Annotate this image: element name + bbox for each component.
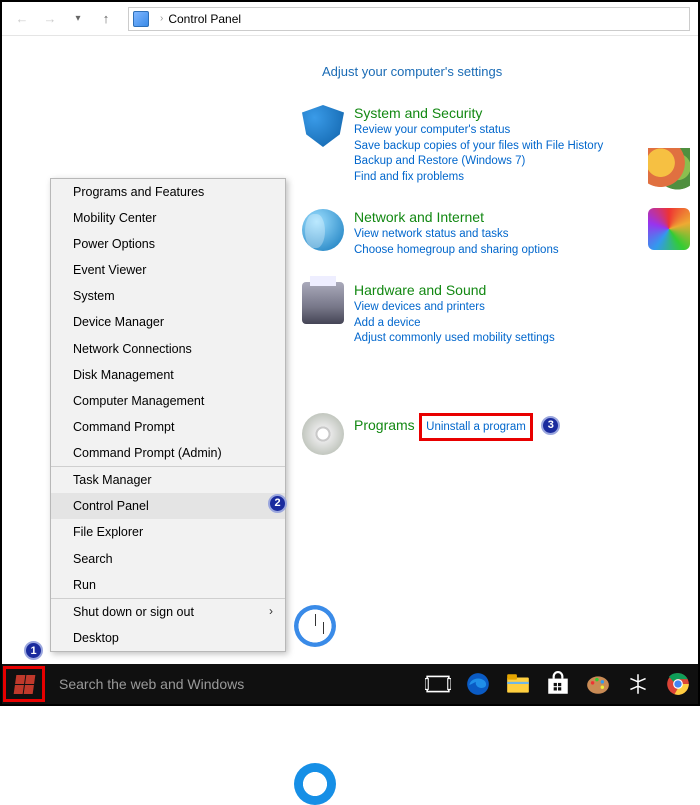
link-network-status[interactable]: View network status and tasks <box>354 227 688 243</box>
start-button[interactable] <box>3 666 45 702</box>
category-title[interactable]: Programs <box>354 417 415 433</box>
link-homegroup[interactable]: Choose homegroup and sharing options <box>354 243 688 259</box>
menu-device-manager[interactable]: Device Manager <box>51 309 285 335</box>
search-placeholder: Search the web and Windows <box>59 676 244 692</box>
taskbar: Search the web and Windows <box>2 664 698 704</box>
annotation-3: 3 <box>541 416 560 435</box>
shield-icon <box>302 105 344 147</box>
address-bar[interactable]: › Control Panel <box>128 7 690 31</box>
annotation-2: 2 <box>268 494 287 513</box>
forward-button[interactable]: → <box>38 7 62 31</box>
category-title[interactable]: Hardware and Sound <box>354 282 486 298</box>
callout-uninstall: Uninstall a program <box>419 413 533 442</box>
taskbar-search[interactable]: Search the web and Windows <box>45 664 405 704</box>
user-accounts-icon[interactable] <box>648 148 690 190</box>
globe-icon <box>302 209 344 251</box>
address-location: Control Panel <box>168 12 241 26</box>
menu-programs-features[interactable]: Programs and Features <box>51 179 285 205</box>
clock-region-icon[interactable] <box>294 605 336 647</box>
menu-event-viewer[interactable]: Event Viewer <box>51 257 285 283</box>
menu-disk-management[interactable]: Disk Management <box>51 362 285 388</box>
menu-file-explorer[interactable]: File Explorer <box>51 519 285 545</box>
menu-power-options[interactable]: Power Options <box>51 231 285 257</box>
menu-task-manager[interactable]: Task Manager <box>51 467 285 493</box>
printer-icon <box>302 282 344 324</box>
app-button[interactable] <box>618 664 658 704</box>
chevron-right-icon: › <box>269 603 273 620</box>
paint-button[interactable] <box>578 664 618 704</box>
task-view-button[interactable] <box>418 664 458 704</box>
recent-dropdown[interactable]: ▾ <box>66 7 90 31</box>
category-system-security: System and Security Review your computer… <box>302 105 688 185</box>
store-button[interactable] <box>538 664 578 704</box>
menu-run[interactable]: Run <box>51 572 285 598</box>
menu-control-panel-label: Control Panel <box>73 499 149 513</box>
winx-context-menu: Programs and Features Mobility Center Po… <box>50 178 286 652</box>
link-mobility-settings[interactable]: Adjust commonly used mobility settings <box>354 331 688 347</box>
link-review-status[interactable]: Review your computer's status <box>354 123 688 139</box>
category-network-internet: Network and Internet View network status… <box>302 209 688 258</box>
category-title[interactable]: Network and Internet <box>354 209 484 225</box>
edge-browser-button[interactable] <box>458 664 498 704</box>
menu-shutdown-label: Shut down or sign out <box>73 605 194 619</box>
link-devices-printers[interactable]: View devices and printers <box>354 300 688 316</box>
menu-search[interactable]: Search <box>51 546 285 572</box>
control-panel-icon <box>133 11 149 27</box>
appearance-icon[interactable] <box>648 208 690 250</box>
page-heading: Adjust your computer's settings <box>322 64 688 79</box>
link-backup-restore[interactable]: Backup and Restore (Windows 7) <box>354 154 688 170</box>
link-find-fix[interactable]: Find and fix problems <box>354 170 688 186</box>
category-title[interactable]: System and Security <box>354 105 482 121</box>
windows-logo-icon <box>13 675 35 694</box>
file-explorer-button[interactable] <box>498 664 538 704</box>
menu-network-connections[interactable]: Network Connections <box>51 336 285 362</box>
link-file-history[interactable]: Save backup copies of your files with Fi… <box>354 139 688 155</box>
menu-desktop[interactable]: Desktop <box>51 625 285 651</box>
programs-icon <box>302 413 344 455</box>
taskbar-tray <box>418 664 698 704</box>
menu-computer-management[interactable]: Computer Management <box>51 388 285 414</box>
menu-mobility-center[interactable]: Mobility Center <box>51 205 285 231</box>
link-add-device[interactable]: Add a device <box>354 316 688 332</box>
explorer-nav-bar: ← → ▾ ↑ › Control Panel <box>2 2 698 36</box>
menu-command-prompt-admin[interactable]: Command Prompt (Admin) <box>51 440 285 466</box>
category-hardware-sound: Hardware and Sound View devices and prin… <box>302 282 688 347</box>
chrome-button[interactable] <box>658 664 698 704</box>
back-button[interactable]: ← <box>10 7 34 31</box>
up-button[interactable]: ↑ <box>94 7 118 31</box>
link-uninstall-program[interactable]: Uninstall a program <box>426 421 526 433</box>
category-programs: Programs Uninstall a program 3 <box>302 413 688 455</box>
menu-command-prompt[interactable]: Command Prompt <box>51 414 285 440</box>
menu-shutdown-signout[interactable]: Shut down or sign out › <box>51 599 285 625</box>
ease-of-access-icon[interactable] <box>294 763 336 805</box>
menu-system[interactable]: System <box>51 283 285 309</box>
menu-control-panel[interactable]: Control Panel 2 <box>51 493 285 519</box>
annotation-1: 1 <box>24 641 43 660</box>
chevron-right-icon: › <box>160 13 163 24</box>
